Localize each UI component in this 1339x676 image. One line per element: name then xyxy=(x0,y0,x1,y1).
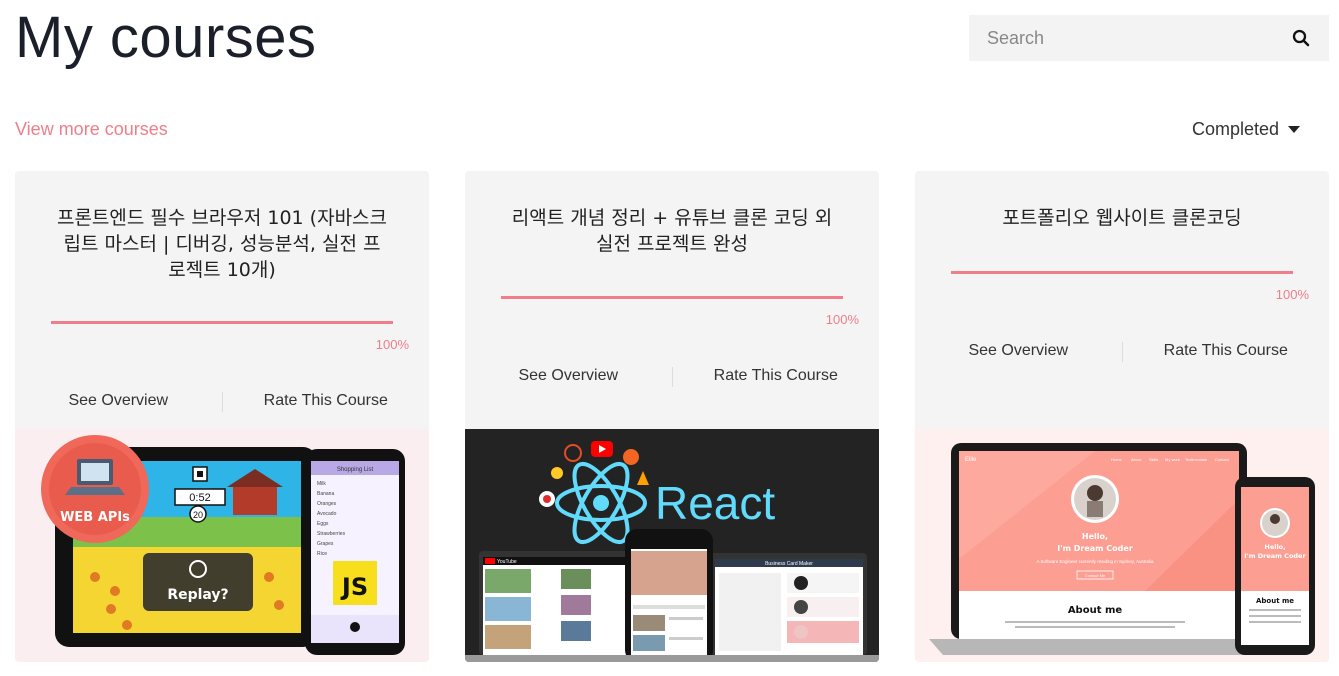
shopping-item: Eggs xyxy=(317,521,329,527)
rate-course-button[interactable]: Rate This Course xyxy=(223,392,430,416)
game-timer: 0:52 xyxy=(189,492,210,504)
about-heading-mobile: About me xyxy=(1256,597,1294,605)
progress-bar xyxy=(51,321,393,324)
portfolio-nav: My work xyxy=(1165,457,1180,462)
hero-greeting: Hello, xyxy=(1082,532,1108,541)
shopping-item: Banana xyxy=(317,491,334,497)
portfolio-logo: Ellie xyxy=(965,457,977,463)
view-more-courses-link[interactable]: View more courses xyxy=(15,119,168,140)
course-actions: See Overview Rate This Course xyxy=(465,367,879,391)
see-overview-button[interactable]: See Overview xyxy=(15,392,222,416)
caret-down-icon xyxy=(1288,126,1301,133)
course-card[interactable]: 프론트엔드 필수 브라우저 101 (자바스크립트 마스터 | 디버깅, 성능분… xyxy=(15,171,429,662)
progress-bar xyxy=(951,271,1293,274)
phone-heading: Shopping List xyxy=(337,467,374,473)
shopping-item: Oranges xyxy=(317,501,337,507)
portfolio-nav: Contact xyxy=(1215,457,1230,462)
course-title[interactable]: 포트폴리오 웹사이트 클론코딩 xyxy=(955,205,1289,231)
game-counter: 20 xyxy=(193,510,203,520)
course-card-body: 프론트엔드 필수 브라우저 101 (자바스크립트 마스터 | 디버깅, 성능분… xyxy=(15,171,429,429)
hero-name: I'm Dream Coder xyxy=(1057,544,1133,553)
status-filter-dropdown[interactable]: Completed xyxy=(1192,119,1301,140)
shopping-item: Avocado xyxy=(317,511,337,517)
see-overview-button[interactable]: See Overview xyxy=(915,342,1122,366)
hero-greeting-mobile: Hello, xyxy=(1264,543,1285,551)
search-box[interactable] xyxy=(969,15,1329,61)
course-card-body: 리액트 개념 정리 + 유튜브 클론 코딩 외 실전 프로젝트 완성 100% … xyxy=(465,171,879,429)
see-overview-button[interactable]: See Overview xyxy=(465,367,672,391)
search-input[interactable] xyxy=(987,27,1291,49)
progress-fill xyxy=(501,296,843,299)
web-apis-badge: WEB APIs xyxy=(60,510,130,525)
hero-subtitle: A Software Engineer currently residing i… xyxy=(1037,559,1154,564)
course-title[interactable]: 리액트 개념 정리 + 유튜브 클론 코딩 외 실전 프로젝트 완성 xyxy=(505,205,839,257)
progress-bar xyxy=(501,296,843,299)
portfolio-nav: About xyxy=(1131,457,1142,462)
course-thumbnail[interactable]: Ellie Home About Skills My work Testimon… xyxy=(915,429,1329,662)
react-wordmark: React xyxy=(655,477,775,529)
replay-label: Replay? xyxy=(167,587,228,603)
about-heading: About me xyxy=(1068,605,1123,616)
course-actions: See Overview Rate This Course xyxy=(15,392,429,416)
rate-course-button[interactable]: Rate This Course xyxy=(1123,342,1330,366)
status-filter-label: Completed xyxy=(1192,119,1280,139)
progress-label: 100% xyxy=(1275,287,1309,302)
course-actions: See Overview Rate This Course xyxy=(915,342,1329,366)
shopping-item: Strawberries xyxy=(317,531,346,537)
js-logo: JS xyxy=(340,573,368,601)
shopping-item: Grapes xyxy=(317,541,334,547)
shopping-item: Rice xyxy=(317,551,327,557)
progress-fill xyxy=(951,271,1293,274)
youtube-app-name: YouTube xyxy=(497,559,517,565)
course-card[interactable]: 포트폴리오 웹사이트 클론코딩 100% See Overview Rate T… xyxy=(915,171,1329,662)
hero-button: Contact Me xyxy=(1085,573,1106,578)
web-apis-thumbnail: 0:52 20 Replay? WEB APIs Shopping List M… xyxy=(15,429,429,662)
page-title: My courses xyxy=(15,5,317,70)
progress-label: 100% xyxy=(825,312,859,327)
course-thumbnail[interactable]: React YouTube Business Card Maker xyxy=(465,429,879,662)
search-icon[interactable] xyxy=(1291,28,1311,48)
portfolio-nav: Skills xyxy=(1149,457,1158,462)
rate-course-button[interactable]: Rate This Course xyxy=(673,367,880,391)
portfolio-thumbnail: Ellie Home About Skills My work Testimon… xyxy=(915,429,1329,662)
course-title[interactable]: 프론트엔드 필수 브라우저 101 (자바스크립트 마스터 | 디버깅, 성능분… xyxy=(55,205,389,283)
portfolio-nav: Testimonials xyxy=(1185,457,1207,462)
course-thumbnail[interactable]: 0:52 20 Replay? WEB APIs Shopping List M… xyxy=(15,429,429,662)
react-thumbnail: React YouTube Business Card Maker xyxy=(465,429,879,662)
course-card[interactable]: 리액트 개념 정리 + 유튜브 클론 코딩 외 실전 프로젝트 완성 100% … xyxy=(465,171,879,662)
course-card-body: 포트폴리오 웹사이트 클론코딩 100% See Overview Rate T… xyxy=(915,171,1329,429)
hero-name-mobile: I'm Dream Coder xyxy=(1244,552,1306,560)
shopping-item: Milk xyxy=(317,481,326,487)
portfolio-nav: Home xyxy=(1111,457,1122,462)
business-card-title: Business Card Maker xyxy=(765,561,813,567)
progress-label: 100% xyxy=(375,337,409,352)
progress-fill xyxy=(51,321,393,324)
